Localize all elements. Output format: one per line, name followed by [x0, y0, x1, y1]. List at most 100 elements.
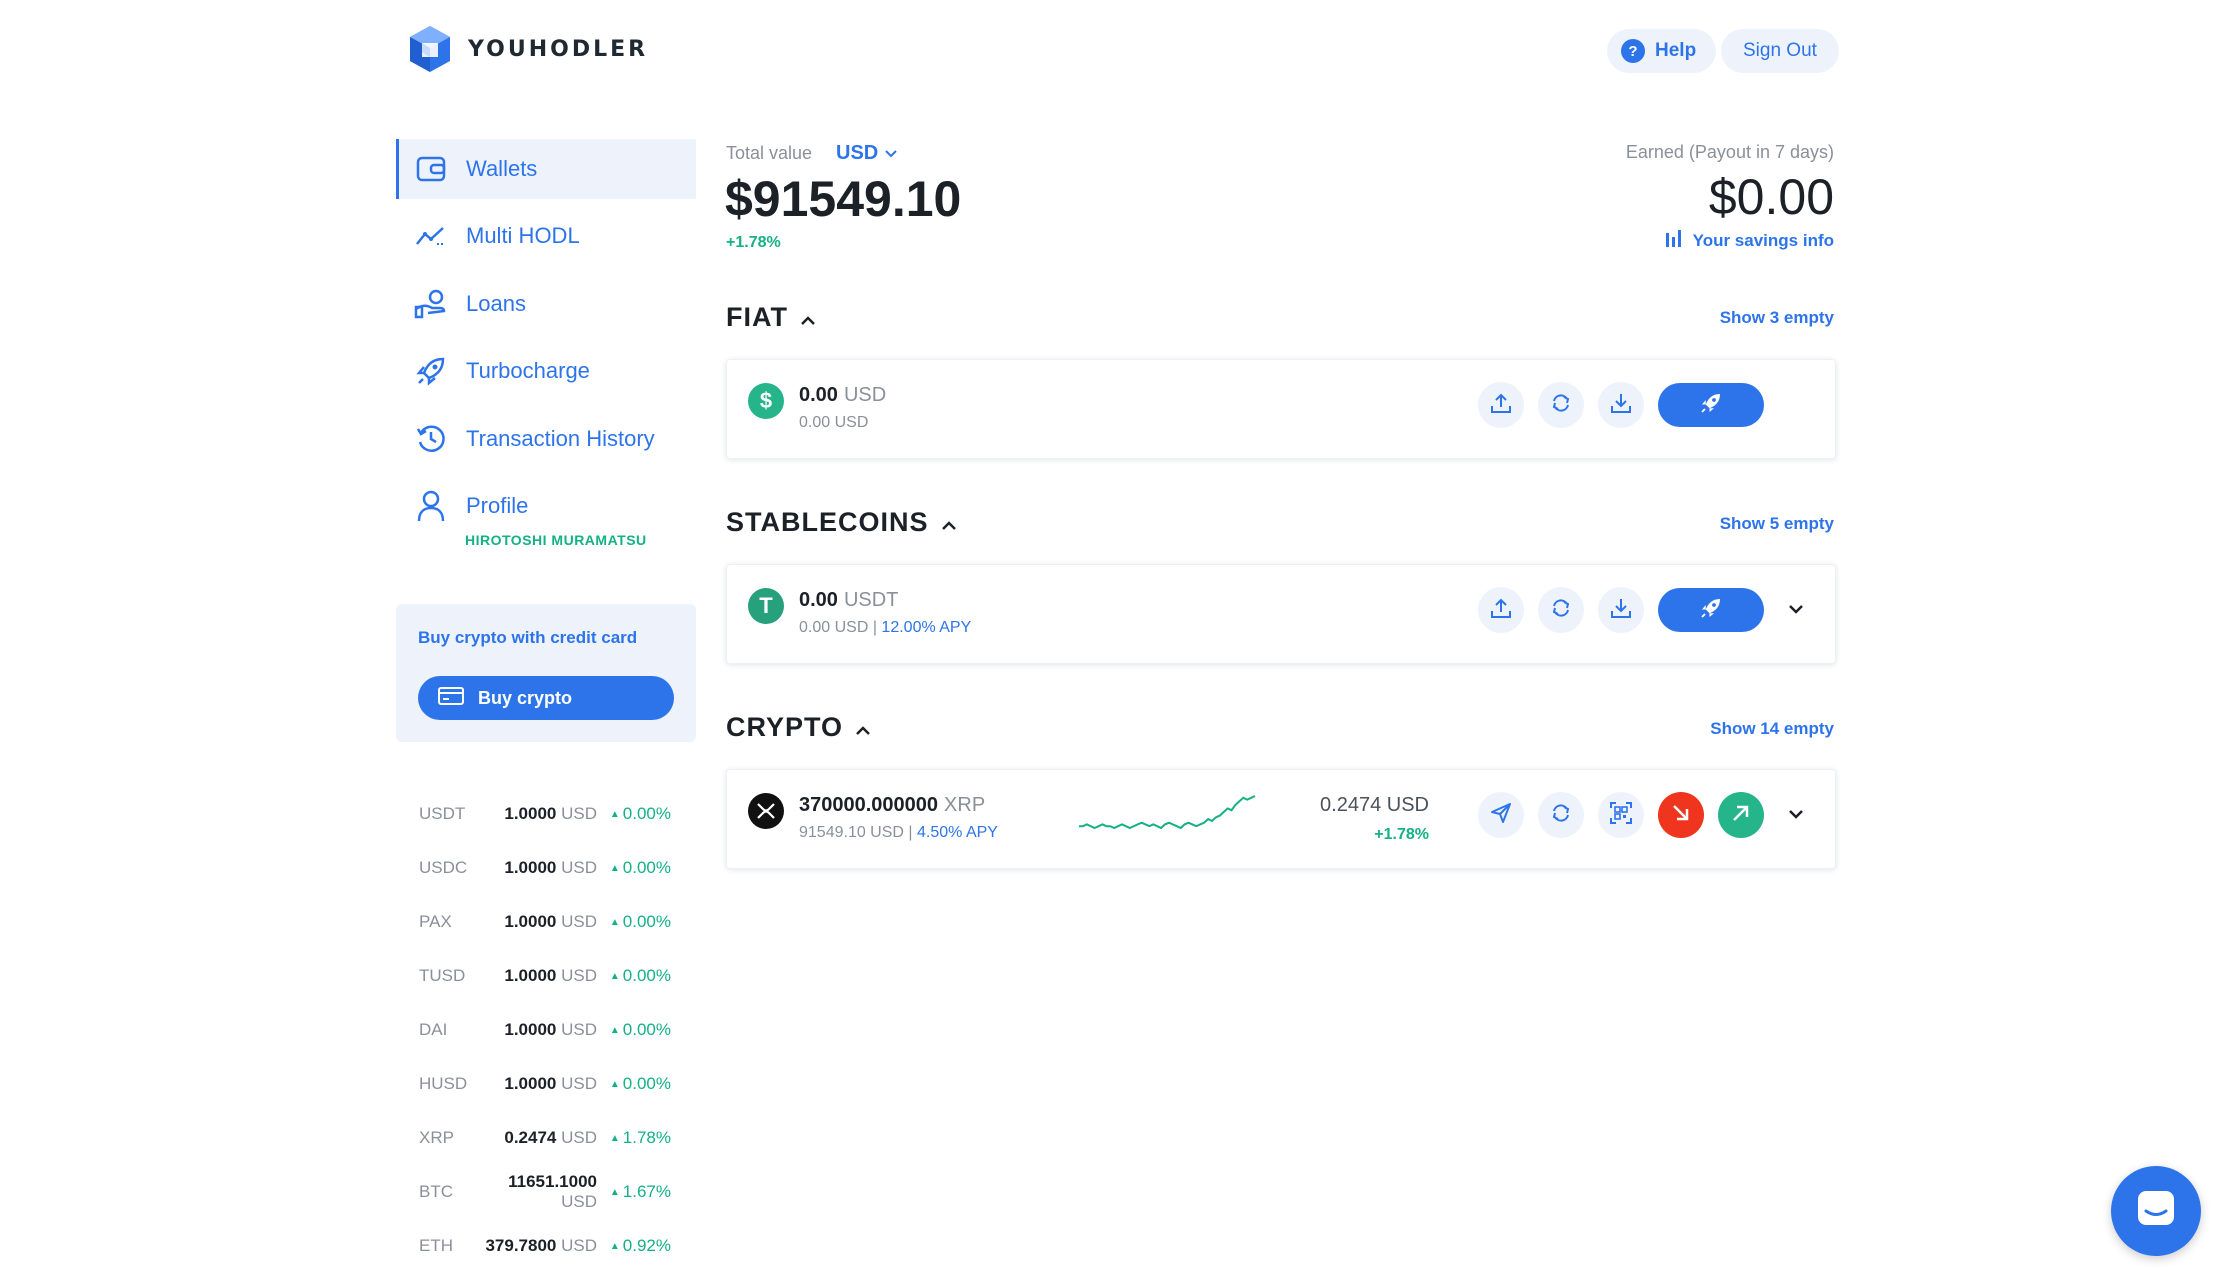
- rate-price-value: 1.0000: [504, 912, 557, 931]
- sidebar-item-turbocharge[interactable]: Turbocharge: [396, 341, 696, 401]
- buy-crypto-label: Buy crypto: [478, 687, 573, 708]
- xrp-icon: [748, 793, 784, 829]
- bar-chart-icon: [1665, 229, 1683, 252]
- section-title: CRYPTO: [726, 712, 844, 742]
- sidebar-item-transaction-history[interactable]: Transaction History: [396, 409, 696, 469]
- section-title: FIAT: [726, 302, 788, 332]
- exchange-icon: [1550, 392, 1572, 419]
- send-button[interactable]: [1478, 792, 1524, 838]
- upload-icon: [1490, 392, 1512, 419]
- balance-unit: USDT: [843, 589, 899, 611]
- rate-row: DAI1.0000 USD0.00%: [419, 1015, 671, 1045]
- rate-change: 0.00%: [603, 1074, 671, 1094]
- brand-logo[interactable]: YOUHODLER: [406, 24, 648, 74]
- rate-symbol: USDT: [419, 804, 466, 823]
- balance-usd: 91549.10 USD | 4.50% APY: [799, 824, 998, 842]
- rate-change: 1.67%: [603, 1182, 671, 1202]
- turbocharge-button[interactable]: [1658, 588, 1764, 632]
- section-crypto-toggle[interactable]: CRYPTO: [726, 712, 871, 743]
- total-value: $91549.10: [725, 171, 962, 227]
- currency-selector[interactable]: USD: [836, 142, 898, 165]
- exchange-button[interactable]: [1538, 382, 1584, 428]
- rate-price-value: 379.7800: [485, 1236, 557, 1255]
- chevron-down-icon: [1787, 602, 1805, 620]
- rate-symbol: DAI: [419, 1020, 448, 1039]
- rate-row: PAX1.0000 USD0.00%: [419, 907, 671, 937]
- user-icon: [414, 489, 448, 523]
- xrp-price: 0.2474 USD: [1320, 794, 1429, 816]
- chevron-down-icon: [1787, 807, 1805, 825]
- rate-price: 1.0000 USD: [479, 1020, 603, 1040]
- rate-unit: USD: [561, 1074, 597, 1093]
- send-icon: [1490, 802, 1512, 829]
- upload-icon: [1490, 597, 1512, 624]
- download-icon: [1610, 597, 1632, 624]
- credit-card-icon: [438, 686, 464, 711]
- long-up-button[interactable]: [1718, 792, 1764, 838]
- rate-row: XRP0.2474 USD1.78%: [419, 1123, 671, 1153]
- chevron-up-icon: [941, 507, 957, 538]
- rate-price-value: 1.0000: [504, 858, 557, 877]
- wallet-balance: 0.00 USD: [799, 384, 886, 407]
- rate-symbol: ETH: [419, 1236, 453, 1255]
- buy-crypto-card: Buy crypto with credit card Buy crypto: [396, 604, 696, 742]
- balance-usd-value: 0.00 USD |: [799, 619, 882, 636]
- sidebar-item-wallets[interactable]: Wallets: [396, 139, 696, 199]
- sidebar-item-loans[interactable]: Loans: [396, 274, 696, 334]
- rate-row: TUSD 1.0000 USD0.00%: [419, 961, 671, 991]
- rate-row: ETH 379.7800 USD0.92%: [419, 1231, 671, 1261]
- sidebar-item-label: Wallets: [466, 156, 538, 181]
- rate-change: 0.00%: [603, 858, 671, 878]
- section-title: STABLECOINS: [726, 507, 929, 537]
- chat-launcher-button[interactable]: [2111, 1166, 2201, 1256]
- exchange-icon: [1550, 597, 1572, 624]
- chevron-up-icon: [800, 302, 816, 333]
- xrp-price-change: +1.78%: [1374, 826, 1429, 843]
- rate-row: HUSD1.0000 USD0.00%: [419, 1069, 671, 1099]
- rocket-icon: [414, 354, 448, 388]
- deposit-button[interactable]: [1598, 382, 1644, 428]
- sign-out-button[interactable]: Sign Out: [1721, 29, 1839, 73]
- exchange-button[interactable]: [1538, 587, 1584, 633]
- exchange-button[interactable]: [1538, 792, 1584, 838]
- rate-price: 11651.1000 USD: [479, 1172, 603, 1212]
- short-down-button[interactable]: [1658, 792, 1704, 838]
- savings-info-link[interactable]: Your savings info: [1665, 229, 1834, 252]
- rate-price: 0.2474 USD: [479, 1128, 603, 1148]
- show-empty-stablecoins-link[interactable]: Show 5 empty: [1720, 514, 1834, 534]
- deposit-button[interactable]: [1598, 587, 1644, 633]
- download-icon: [1610, 392, 1632, 419]
- sidebar-item-multi-hodl[interactable]: Multi HODL: [396, 206, 696, 266]
- rate-symbol: TUSD: [419, 966, 466, 985]
- receive-qr-button[interactable]: [1598, 792, 1644, 838]
- rate-change: 0.00%: [603, 804, 671, 824]
- sidebar-item-label: Transaction History: [466, 426, 655, 451]
- withdraw-button[interactable]: [1478, 382, 1524, 428]
- rate-price: 379.7800 USD: [479, 1236, 603, 1256]
- rate-price: 1.0000 USD: [479, 966, 603, 986]
- expand-wallet-button[interactable]: [1784, 599, 1808, 623]
- rate-change: 0.92%: [603, 1236, 671, 1256]
- withdraw-button[interactable]: [1478, 587, 1524, 633]
- chevron-down-icon: [884, 142, 898, 165]
- rate-row: BTC11651.1000 USD1.67%: [419, 1172, 671, 1211]
- section-fiat-toggle[interactable]: FIAT: [726, 302, 816, 333]
- help-button[interactable]: ? Help: [1607, 29, 1717, 73]
- rate-row: USDC1.0000 USD0.00%: [419, 853, 671, 883]
- balance-amount: 0.00: [799, 384, 838, 406]
- rate-price-value: 11651.1000: [508, 1172, 597, 1191]
- rate-price-value: 1.0000: [504, 966, 557, 985]
- section-stablecoins-toggle[interactable]: STABLECOINS: [726, 507, 957, 538]
- chevron-up-icon: [855, 712, 871, 743]
- sidebar-item-profile[interactable]: Profile: [396, 476, 696, 536]
- expand-wallet-button[interactable]: [1784, 804, 1808, 828]
- wallet-card-xrp: 370000.000000 XRP 91549.10 USD | 4.50% A…: [726, 769, 1836, 869]
- sidebar-item-label: Turbocharge: [466, 358, 590, 383]
- brand-name: YOUHODLER: [468, 36, 649, 62]
- buy-crypto-button[interactable]: Buy crypto: [418, 676, 674, 720]
- rate-change: 0.00%: [603, 966, 671, 986]
- show-empty-crypto-link[interactable]: Show 14 empty: [1710, 719, 1834, 739]
- turbocharge-button[interactable]: [1658, 383, 1764, 427]
- balance-amount: 0.00: [799, 589, 838, 611]
- show-empty-fiat-link[interactable]: Show 3 empty: [1720, 308, 1834, 328]
